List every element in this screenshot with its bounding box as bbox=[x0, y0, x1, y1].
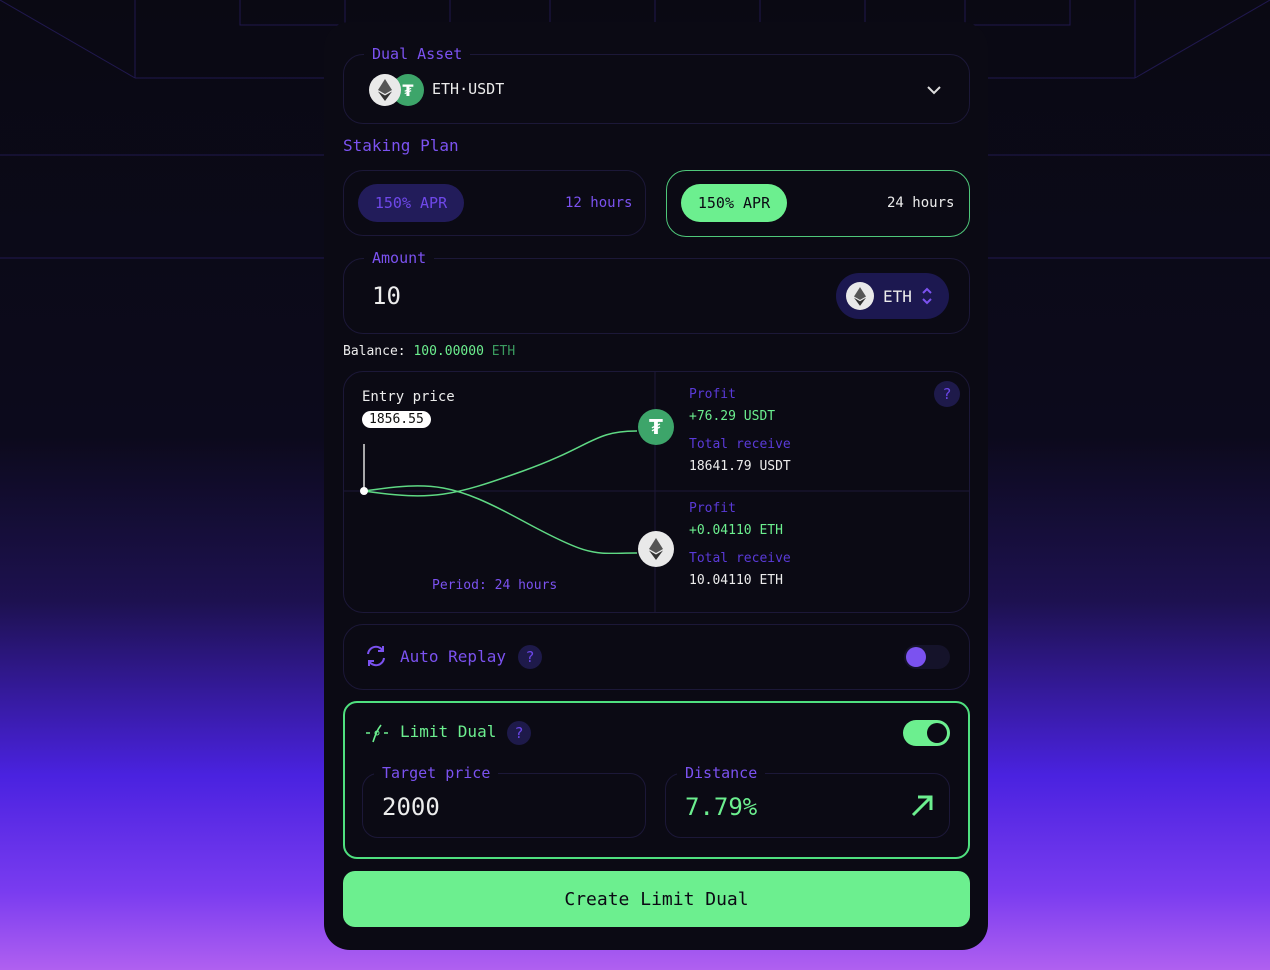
eth-icon bbox=[846, 282, 874, 310]
period-label: Period: 24 hours bbox=[432, 578, 558, 593]
profit-value: +0.04110 ETH bbox=[689, 523, 783, 538]
entry-price-badge: 1856.55 bbox=[362, 411, 431, 428]
profit-label: Profit bbox=[689, 501, 736, 516]
token-name: ETH bbox=[883, 287, 912, 306]
total-receive-value: 18641.79 USDT bbox=[689, 459, 791, 474]
plan-duration: 12 hours bbox=[565, 195, 633, 211]
total-receive-value: 10.04110 ETH bbox=[689, 573, 783, 588]
balance-unit: ETH bbox=[491, 344, 516, 359]
staking-plan-label: Staking Plan bbox=[343, 136, 459, 155]
usdt-outcome: Profit +76.29 USDT Total receive 18641.7… bbox=[689, 384, 791, 478]
auto-replay-label: Auto Replay bbox=[400, 647, 506, 666]
dual-card: Dual Asset ₮ ETH·USDT Staking Plan 150% … bbox=[324, 22, 988, 950]
distance-label: Distance bbox=[677, 764, 766, 782]
arrow-up-right-icon bbox=[911, 795, 933, 817]
target-price-input[interactable]: 2000 bbox=[382, 793, 440, 821]
eth-icon bbox=[638, 531, 674, 567]
plan-apr-badge: 150% APR bbox=[681, 184, 787, 222]
chevron-down-icon[interactable] bbox=[926, 84, 942, 96]
plan-apr-badge: 150% APR bbox=[358, 184, 464, 222]
balance-value: 100.00000 bbox=[413, 344, 484, 359]
plan-duration: 24 hours bbox=[887, 195, 955, 211]
balance-row: Balance: 100.00000 ETH bbox=[343, 344, 515, 359]
refresh-icon bbox=[367, 645, 385, 667]
amount-label: Amount bbox=[364, 249, 435, 267]
limit-dual-label: Limit Dual bbox=[400, 722, 497, 741]
profit-label: Profit bbox=[689, 387, 736, 402]
total-receive-label: Total receive bbox=[689, 551, 791, 566]
entry-price-label: Entry price bbox=[362, 389, 455, 405]
usdt-icon: ₮ bbox=[638, 409, 674, 445]
total-receive-label: Total receive bbox=[689, 437, 791, 452]
amount-input[interactable]: 10 bbox=[372, 282, 401, 310]
dual-asset-label: Dual Asset bbox=[364, 45, 471, 63]
entry-point bbox=[360, 487, 368, 495]
eth-path bbox=[363, 485, 638, 555]
limit-curve-icon bbox=[366, 724, 388, 743]
profit-value: +76.29 USDT bbox=[689, 409, 776, 424]
create-limit-dual-button[interactable]: Create Limit Dual bbox=[343, 871, 970, 927]
pair-name: ETH·USDT bbox=[432, 80, 505, 98]
help-icon[interactable]: ? bbox=[507, 721, 531, 745]
distance-value: 7.79% bbox=[685, 793, 758, 821]
auto-replay-toggle[interactable] bbox=[904, 645, 950, 669]
eth-icon bbox=[369, 74, 401, 106]
sort-arrows-icon bbox=[922, 287, 932, 305]
target-price-label: Target price bbox=[374, 764, 499, 782]
help-icon[interactable]: ? bbox=[934, 381, 960, 407]
limit-dual-toggle[interactable] bbox=[903, 720, 950, 746]
help-icon[interactable]: ? bbox=[518, 645, 542, 669]
balance-label: Balance: bbox=[343, 344, 406, 359]
eth-outcome: Profit +0.04110 ETH Total receive 10.041… bbox=[689, 498, 791, 592]
payoff-diagram bbox=[343, 371, 970, 613]
